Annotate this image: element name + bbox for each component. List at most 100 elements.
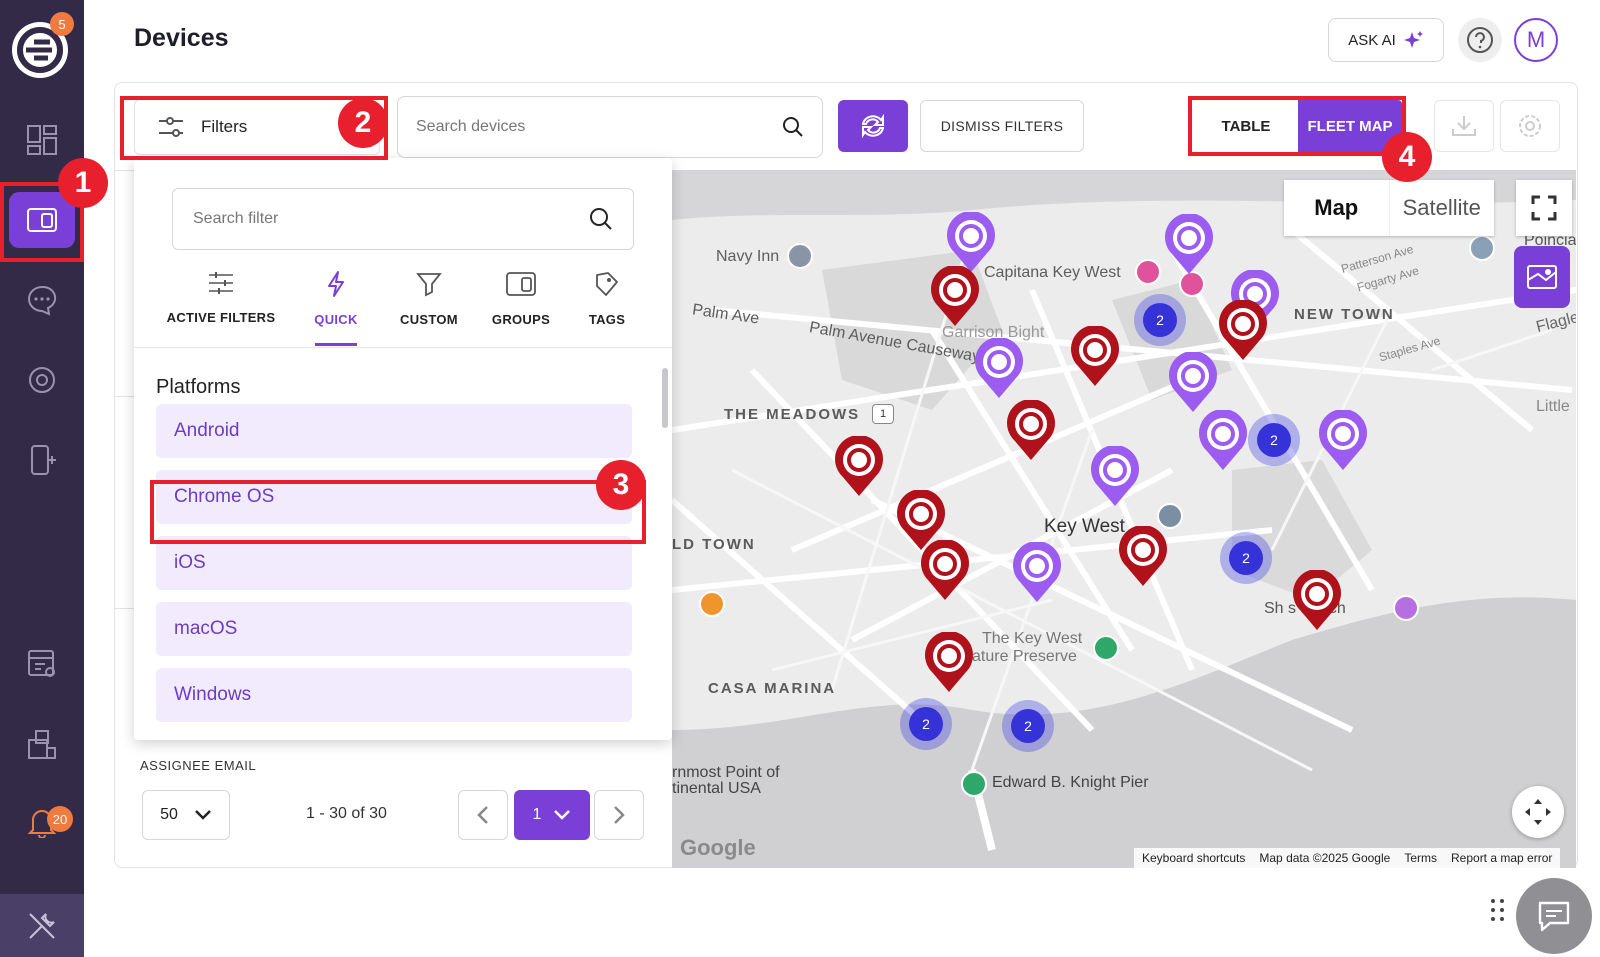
current-page-select[interactable]: 1 [514,790,590,840]
map-label: THE MEADOWS [724,406,861,423]
map-label: CASA MARINA [708,680,837,697]
map-label: ature Preserve [972,648,1077,665]
dismiss-filters-button[interactable]: DISMISS FILTERS [920,100,1084,152]
device-pin-icon[interactable] [1196,410,1250,472]
sidebar-item-apps[interactable] [0,714,84,774]
device-pin-icon[interactable] [1166,352,1220,414]
chat-support-button[interactable] [1516,878,1592,954]
device-pin-icon[interactable] [1316,410,1370,472]
prev-page-button[interactable] [458,790,508,840]
dropdown-scrollbar[interactable] [662,368,668,428]
recenter-button[interactable] [1512,786,1564,838]
pier-poi-icon[interactable] [960,770,988,798]
device-pin-alert-icon[interactable] [928,266,982,328]
filters-label: Filters [201,117,248,136]
platform-option-macos[interactable]: macOS [156,602,632,656]
per-page-select[interactable]: 50 [142,790,230,840]
search-icon[interactable] [782,116,804,138]
sync-button[interactable] [838,100,908,152]
report-error-link[interactable]: Report a map error [1451,851,1552,865]
search-devices-input[interactable] [416,118,782,136]
device-pin-alert-icon[interactable] [1290,570,1344,632]
search-filter-input[interactable] [193,210,589,228]
chevron-right-icon [614,806,625,824]
next-page-button[interactable] [594,790,644,840]
keyboard-shortcuts-link[interactable]: Keyboard shortcuts [1142,851,1245,865]
help-button[interactable] [1458,18,1502,62]
device-pin-icon[interactable] [972,338,1026,400]
tab-label: QUICK [314,312,358,327]
map-data-text: Map data ©2025 Google [1259,851,1391,865]
filter-dropdown: ACTIVE FILTERS QUICK CUSTOM GROUPS TAGS … [134,158,672,740]
map-label: tinental USA [672,780,761,797]
device-pin-icon[interactable] [1088,446,1142,508]
map-label: LD TOWN [672,536,756,553]
map-type-control: Map Satellite [1284,180,1494,236]
cluster-count: 2 [1229,541,1263,575]
messages-icon [28,285,57,316]
device-cluster[interactable]: 2 [900,698,952,750]
sidebar-item-add-device[interactable] [0,430,84,490]
device-pin-alert-icon[interactable] [922,632,976,694]
school-poi-icon[interactable] [1468,234,1496,262]
park-poi-icon[interactable] [1092,634,1120,662]
map-type-satellite[interactable]: Satellite [1388,180,1495,236]
device-pin-alert-icon[interactable] [918,540,972,602]
device-cluster[interactable]: 2 [1220,532,1272,584]
device-pin-alert-icon[interactable] [1068,326,1122,388]
device-cluster[interactable]: 2 [1134,294,1186,346]
tab-active-filters[interactable]: ACTIVE FILTERS [166,268,276,348]
platform-option-chrome-os[interactable]: Chrome OS [156,470,632,524]
sidebar-item-reports[interactable] [0,634,84,694]
tab-tags[interactable]: TAGS [552,268,662,348]
sync-icon [861,113,885,139]
fleet-map[interactable]: Navy Inn Capitana Key West Palm Ave Palm… [672,170,1576,868]
map-layers-button[interactable] [1514,246,1570,308]
hotel-poi-icon[interactable] [1134,258,1162,286]
column-header-assignee-email: ASSIGNEE EMAIL [140,758,257,773]
download-icon [1452,116,1476,136]
move-arrows-icon [1525,799,1551,825]
map-type-map[interactable]: Map [1284,180,1389,236]
device-pin-icon[interactable] [1010,542,1064,604]
search-filter-field[interactable] [172,188,634,250]
camera-poi-icon[interactable] [1392,594,1420,622]
device-cluster[interactable]: 2 [1002,700,1054,752]
device-pin-alert-icon[interactable] [1004,400,1058,462]
sidebar-item-settings[interactable] [0,350,84,410]
platform-option-ios[interactable]: iOS [156,536,632,590]
ask-ai-label: ASK AI [1348,31,1396,49]
hotel-poi-icon[interactable] [786,242,814,270]
table-view-tab[interactable]: TABLE [1194,100,1298,152]
table-settings-button[interactable] [1500,100,1560,152]
export-button[interactable] [1434,100,1494,152]
device-pin-icon[interactable] [944,212,998,274]
drag-handle-icon[interactable] [1490,898,1506,922]
chevron-down-icon [195,810,211,820]
active-tab-indicator [315,343,357,346]
device-pin-alert-icon[interactable] [1216,300,1270,362]
platform-option-android[interactable]: Android [156,404,632,458]
device-pin-icon[interactable] [1162,214,1216,276]
user-avatar[interactable]: M [1514,18,1558,62]
sidebar-item-tools[interactable] [0,894,84,957]
help-icon [1467,27,1493,53]
device-pin-alert-icon[interactable] [1116,526,1170,588]
ask-ai-button[interactable]: ASK AI [1328,18,1444,62]
fullscreen-button[interactable] [1516,180,1572,236]
search-icon[interactable] [589,207,613,231]
platform-option-windows[interactable]: Windows [156,668,632,722]
map-label: Key West [1044,516,1125,537]
device-pin-alert-icon[interactable] [832,436,886,498]
device-cluster[interactable]: 2 [1248,414,1300,466]
lightning-icon [328,271,344,297]
map-label: Navy Inn [716,248,780,265]
terms-link[interactable]: Terms [1404,851,1437,865]
restaurant-poi-icon[interactable] [698,590,726,618]
sparkle-icon [1403,31,1423,48]
cluster-count: 2 [1143,303,1177,337]
search-devices-field[interactable] [397,96,823,158]
dashboard-icon [27,125,57,155]
groups-icon [506,272,536,296]
sidebar-item-messages[interactable] [0,270,84,330]
